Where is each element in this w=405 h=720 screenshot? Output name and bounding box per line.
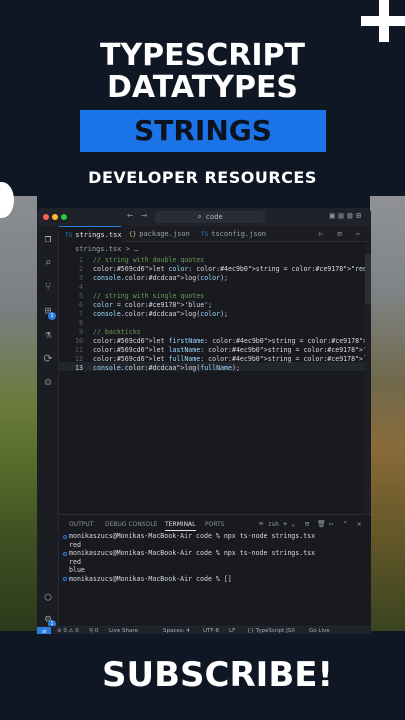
panel-tab-debug-console[interactable]: DEBUG CONSOLE [105,521,158,528]
typescript-config-icon: TS [201,231,209,238]
line-number: 12 [75,355,83,363]
scrollbar-thumb[interactable] [365,254,371,304]
search-icon[interactable]: ⌕ [41,256,55,270]
code-line: // backticks [93,328,141,336]
panel-tab-terminal[interactable]: TERMINAL [165,521,196,531]
account-icon[interactable]: ◯ [41,590,55,604]
code-editor[interactable]: 1 2 3 4 5 6 7 8 9 10 11 12 13 // string … [59,254,371,514]
line-number: 9 [79,328,83,336]
terminal-icon: ⌨ [259,520,264,528]
command-decoration-icon[interactable] [63,577,67,581]
panel-tab-output[interactable]: OUTPUT [69,521,93,528]
encoding-status[interactable]: UTF-8 [203,628,219,634]
split-terminal-icon[interactable]: ⊟ [305,520,309,528]
terminal-line: monikaszucs@Monikas-MacBook-Air code % n… [69,549,316,557]
ports-status[interactable]: ⚲ 0 [89,628,98,634]
search-text: code [205,213,223,221]
terminal-prompt[interactable]: monikaszucs@Monikas-MacBook-Air code % [… [69,575,232,584]
code-line: color:#569cd6">let fullName: color:#4ec9… [93,355,371,363]
command-center-search[interactable]: ⌕ code [155,211,265,223]
activity-bar: ❐ ⌕ ⑂ ⊞ 1 ⚗ ⟳ ☺ ◯ ⚙ 1 [37,226,59,634]
layout-icons[interactable]: ▣▤▥⊞ [330,211,365,220]
terminal-line: blue [69,566,85,574]
tab-label: package.json [139,230,190,238]
tab-strings-tsx[interactable]: TS strings.tsx [59,226,122,242]
json-file-icon: {} [129,231,137,238]
editor-actions[interactable]: ▷ ⊟ ⋯ [319,230,365,238]
title-bar: ← → ⌕ code ▣▤▥⊞ [37,208,371,226]
tab-label: strings.tsx [75,231,122,239]
testing-icon[interactable]: ⚗ [41,328,55,342]
chevron-down-icon[interactable]: ⌄ [291,520,295,528]
line-number: 10 [75,337,83,345]
command-decoration-icon[interactable] [63,552,67,556]
tab-package-json[interactable]: {} package.json [123,226,193,242]
panel-tab-ports[interactable]: PORTS [205,521,225,528]
code-line: color:#569cd6">let color: color:#4ec9b0"… [93,265,371,273]
source-control-icon[interactable]: ⑂ [41,280,55,294]
code-line: console.color:#dcdcaa">log(fullName); [93,364,240,372]
go-live-status[interactable]: Go Live [309,628,330,634]
code-line: // string with single quotes [93,292,205,300]
terminal-line: red [69,557,81,566]
vscode-window: ← → ⌕ code ▣▤▥⊞ ❐ ⌕ ⑂ ⊞ 1 ⚗ ⟳ ☺ ◯ ⚙ 1 TS… [37,208,371,634]
line-number: 4 [79,283,83,291]
line-number: 8 [79,319,83,327]
close-window-button[interactable] [43,214,49,220]
code-line: console.color:#dcdcaa">log(color); [93,274,229,282]
code-line: color = color:#ce9178">'blue'; [93,301,213,309]
line-number: 2 [79,265,83,273]
line-number: 13 [75,364,83,372]
line-number: 11 [75,346,83,354]
indentation-status[interactable]: Spaces: 4 [163,628,190,634]
language-mode-status[interactable]: {} TypeScript JSX [247,628,295,634]
bottom-panel: OUTPUT DEBUG CONSOLE TERMINAL PORTS ⌨ zs… [59,514,371,624]
live-share-status[interactable]: Live Share [109,628,138,634]
shell-name[interactable]: zsh [268,521,279,528]
remote-explorer-icon[interactable]: ⟳ [41,352,55,366]
topic-banner: STRINGS [80,110,326,152]
problems-status[interactable]: ⊘ 0 ⚠ 0 [57,628,79,634]
tab-tsconfig-json[interactable]: TS tsconfig.json [195,226,269,242]
landscape-background-right [370,196,405,631]
subtitle: DEVELOPER RESOURCES [88,168,317,187]
code-line: console.color:#dcdcaa">log(color); [93,310,229,318]
line-number: 5 [79,292,83,300]
back-arrow-icon[interactable]: ← [127,210,133,221]
line-number: 6 [79,301,83,309]
scrollbar[interactable] [365,244,371,524]
breadcrumb[interactable]: strings.tsx > … [75,245,138,253]
extensions-badge: 1 [48,312,56,320]
code-line: color:#569cd6">let lastName: color:#4ec9… [93,346,371,354]
new-terminal-plus-icon[interactable]: + [283,520,287,528]
terminal-line: red [69,540,81,549]
close-panel-icon[interactable]: ✕ [357,520,361,528]
maximize-window-button[interactable] [61,214,67,220]
eol-status[interactable]: LF [229,628,235,634]
minimize-window-button[interactable] [52,214,58,220]
line-number: 3 [79,274,83,282]
title-line-2: DATATYPES [106,70,299,105]
forward-arrow-icon[interactable]: → [141,210,147,221]
maximize-panel-icon[interactable]: ⌃ [343,520,347,528]
editor-tabs: TS strings.tsx {} package.json TS tsconfig.… [59,226,371,242]
line-number: 1 [79,256,83,264]
command-decoration-icon[interactable] [63,535,67,539]
line-number: 7 [79,310,83,318]
title-line-1: TYPESCRIPT [99,38,305,73]
copilot-icon[interactable]: ☺ [41,376,55,390]
typescript-file-icon: TS [65,232,73,239]
code-line: // string with double quotes [93,256,205,264]
trash-icon[interactable]: 🗑 [317,520,326,528]
remote-indicator-icon[interactable]: ⇄ [37,627,51,634]
subscribe-call-to-action: SUBSCRIBE! [102,655,333,695]
more-actions-icon[interactable]: ⋯ [329,520,333,528]
explorer-icon[interactable]: ❐ [41,232,55,246]
landscape-background-left [0,196,37,631]
tab-label: tsconfig.json [211,230,267,238]
code-line: color:#569cd6">let firstName: color:#4ec… [93,337,371,345]
status-bar: ⇄ ⊘ 0 ⚠ 0 ⚲ 0 Live Share Spaces: 4 UTF-8… [37,626,371,634]
terminal-line: monikaszucs@Monikas-MacBook-Air code % n… [69,532,316,540]
